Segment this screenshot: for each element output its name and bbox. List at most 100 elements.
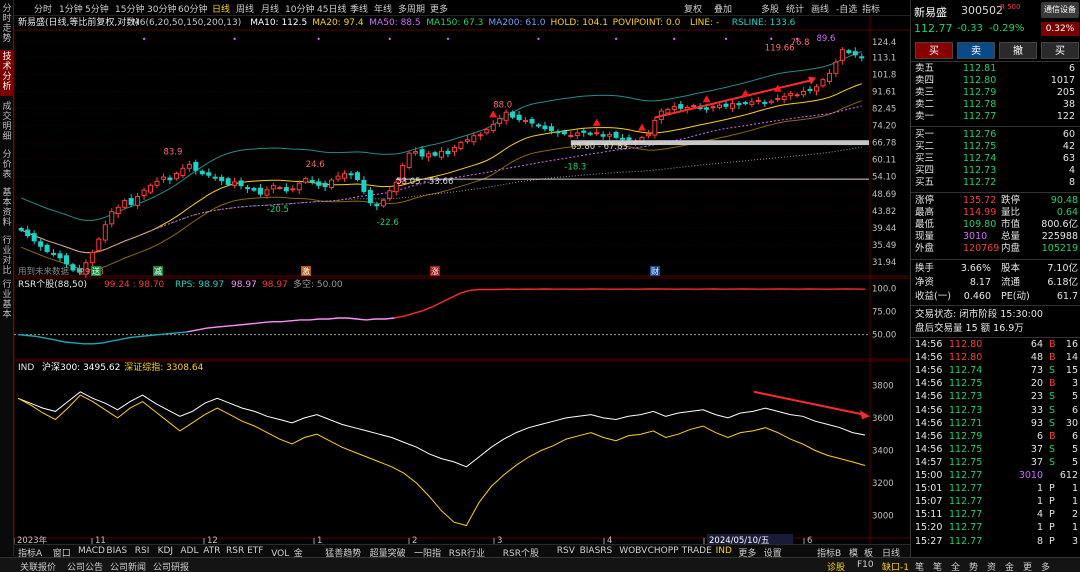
candle[interactable] bbox=[801, 90, 807, 96]
status-right-6[interactable]: 势 bbox=[969, 560, 978, 572]
candle[interactable] bbox=[775, 98, 781, 101]
candle[interactable] bbox=[219, 176, 225, 182]
period-3[interactable]: 15分钟 bbox=[115, 2, 144, 15]
candle[interactable] bbox=[303, 178, 309, 183]
candle[interactable] bbox=[704, 107, 710, 110]
candle[interactable] bbox=[51, 252, 57, 255]
period-6[interactable]: 日线 bbox=[212, 2, 230, 15]
indicator-tab-6[interactable]: ADL bbox=[180, 546, 198, 556]
candle[interactable] bbox=[464, 139, 470, 142]
candle[interactable] bbox=[109, 211, 115, 225]
status-link-1[interactable]: 公司公告 bbox=[67, 560, 103, 572]
candle[interactable] bbox=[329, 179, 335, 189]
status-right-10[interactable]: 多 bbox=[1041, 560, 1050, 572]
candle[interactable] bbox=[96, 238, 102, 251]
candle[interactable] bbox=[141, 189, 147, 196]
nav-tab-3[interactable]: 分价表 bbox=[0, 148, 14, 182]
candle[interactable] bbox=[309, 179, 315, 183]
buy-button[interactable]: 买 bbox=[915, 42, 953, 59]
toolbar-right-1[interactable]: 叠加 bbox=[714, 2, 732, 15]
candle[interactable] bbox=[322, 182, 328, 188]
candle[interactable] bbox=[413, 151, 419, 154]
candle[interactable] bbox=[535, 124, 541, 127]
candle[interactable] bbox=[225, 178, 231, 185]
candle[interactable] bbox=[232, 181, 238, 186]
cancel-order-button[interactable]: 撤 bbox=[999, 42, 1037, 59]
candle[interactable] bbox=[736, 103, 742, 106]
candle[interactable] bbox=[807, 88, 813, 91]
candle[interactable] bbox=[167, 177, 173, 181]
candle[interactable] bbox=[574, 132, 580, 137]
candle[interactable] bbox=[665, 108, 671, 114]
candle[interactable] bbox=[38, 241, 44, 247]
candle[interactable] bbox=[607, 133, 613, 137]
candle[interactable] bbox=[594, 132, 600, 135]
candle[interactable] bbox=[555, 131, 561, 134]
candlestick-panel[interactable]: 124.4 113.1 101.8 91.61 82.45 74.20 66.78 60.11… bbox=[18, 34, 896, 278]
period-4[interactable]: 30分钟 bbox=[147, 2, 176, 15]
candle[interactable] bbox=[477, 134, 483, 137]
status-right-8[interactable]: 金 bbox=[1005, 560, 1014, 572]
period-8[interactable]: 月线 bbox=[261, 2, 279, 15]
candle[interactable] bbox=[581, 130, 587, 133]
candle[interactable] bbox=[374, 204, 380, 207]
candle[interactable] bbox=[70, 264, 76, 271]
candle[interactable] bbox=[723, 103, 729, 107]
candle[interactable] bbox=[361, 179, 367, 192]
candle[interactable] bbox=[768, 100, 774, 104]
candle[interactable] bbox=[426, 153, 432, 158]
candle[interactable] bbox=[277, 187, 283, 190]
candle[interactable] bbox=[206, 172, 212, 176]
ind-panel[interactable]: IND 沪深300: 3495.62 深证综指: 3308.64 3800 3600 34… bbox=[17, 361, 894, 527]
candle[interactable] bbox=[826, 72, 832, 83]
status-link-0[interactable]: 关联报价 bbox=[20, 560, 56, 572]
nav-tab-5[interactable]: 行业对比 bbox=[0, 234, 14, 276]
period-7[interactable]: 周线 bbox=[236, 2, 254, 15]
candle[interactable] bbox=[186, 163, 192, 169]
candle[interactable] bbox=[542, 125, 548, 130]
candle[interactable] bbox=[788, 93, 794, 96]
period-1[interactable]: 1分钟 bbox=[59, 2, 83, 15]
candle[interactable] bbox=[160, 176, 166, 180]
toolbar-right-0[interactable]: 复权 bbox=[684, 2, 702, 15]
candle[interactable] bbox=[762, 101, 768, 104]
status-link-2[interactable]: 公司新闻 bbox=[110, 560, 146, 572]
kline-chart[interactable]: 新易盛(日线,等比前复权,对数)M6(6,20,50,150,200,13) MA… bbox=[13, 16, 911, 546]
period-12[interactable]: 年线 bbox=[374, 2, 392, 15]
indicator-tab-20[interactable]: IND bbox=[716, 546, 732, 556]
candle[interactable] bbox=[729, 103, 735, 109]
candle[interactable] bbox=[102, 224, 108, 241]
period-0[interactable]: 分时 bbox=[34, 2, 52, 15]
candle[interactable] bbox=[717, 104, 723, 109]
indicator-tab-16[interactable]: BIASRS bbox=[580, 546, 613, 556]
toolbar-right-3[interactable]: 统计 bbox=[786, 2, 804, 15]
candle[interactable] bbox=[490, 123, 496, 132]
candle[interactable] bbox=[122, 200, 128, 208]
candle[interactable] bbox=[523, 119, 529, 122]
candle[interactable] bbox=[44, 244, 50, 252]
period-2[interactable]: 5分钟 bbox=[85, 2, 109, 15]
candle[interactable] bbox=[600, 134, 606, 137]
candle[interactable] bbox=[451, 147, 457, 153]
candle[interactable] bbox=[290, 188, 296, 191]
candle[interactable] bbox=[438, 150, 445, 158]
status-right-9[interactable]: 更 bbox=[1023, 560, 1032, 572]
period-5[interactable]: 60分钟 bbox=[178, 2, 207, 15]
status-right-2[interactable]: 缺口-1 bbox=[882, 560, 909, 572]
candle[interactable] bbox=[212, 176, 218, 179]
candle[interactable] bbox=[820, 79, 826, 87]
candle[interactable] bbox=[484, 129, 490, 134]
indicator-tab-3[interactable]: BIAS bbox=[106, 546, 127, 556]
candle[interactable] bbox=[620, 137, 626, 140]
candle[interactable] bbox=[251, 188, 257, 191]
industry-button[interactable]: 通信设备 bbox=[1041, 2, 1079, 18]
sell-button[interactable]: 卖 bbox=[957, 42, 995, 59]
candle[interactable] bbox=[613, 131, 619, 138]
candle[interactable] bbox=[839, 49, 845, 61]
candle[interactable] bbox=[354, 172, 360, 180]
candle[interactable] bbox=[645, 133, 651, 137]
candle[interactable] bbox=[794, 94, 800, 97]
status-right-0[interactable]: 诊股 bbox=[827, 560, 845, 572]
candle[interactable] bbox=[471, 135, 477, 143]
candle[interactable] bbox=[57, 253, 63, 259]
